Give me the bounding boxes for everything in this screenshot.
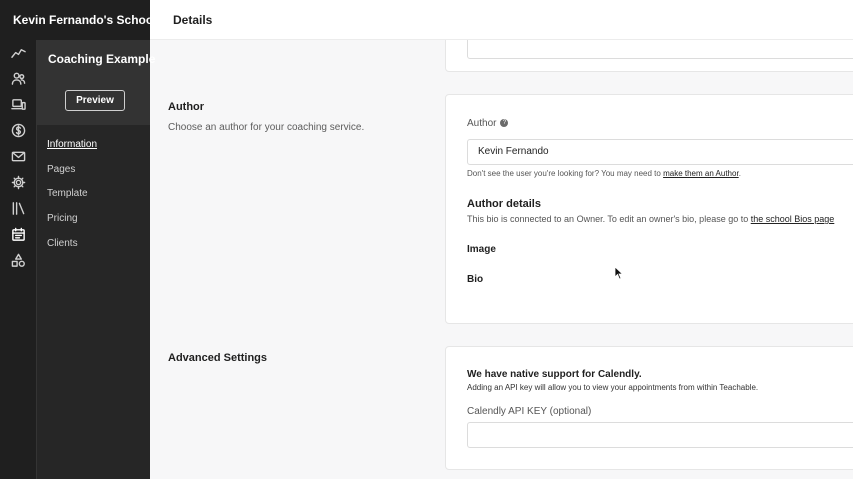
school-name[interactable]: Kevin Fernando's School bbox=[0, 0, 157, 40]
make-author-link[interactable]: make them an Author bbox=[663, 169, 739, 178]
mail-icon[interactable] bbox=[9, 147, 28, 166]
author-details-sentence: This bio is connected to an Owner. To ed… bbox=[467, 214, 751, 224]
author-image-label: Image bbox=[467, 244, 496, 255]
author-details-text: This bio is connected to an Owner. To ed… bbox=[467, 214, 834, 224]
mouse-cursor-icon bbox=[614, 266, 624, 280]
subnav-item-clients[interactable]: Clients bbox=[47, 238, 78, 249]
course-name: Coaching Example bbox=[48, 52, 156, 66]
author-section-title: Author bbox=[168, 101, 205, 113]
calendar-icon[interactable] bbox=[9, 225, 28, 244]
main-content: Author Choose an author for your coachin… bbox=[150, 40, 853, 479]
subnav-item-information[interactable]: Information bbox=[47, 139, 97, 150]
preview-button[interactable]: Preview bbox=[65, 90, 125, 111]
course-header: Coaching Example Preview bbox=[37, 40, 155, 125]
school-bios-link[interactable]: the school Bios page bbox=[751, 214, 835, 224]
previous-field[interactable] bbox=[467, 40, 853, 59]
page-title: Details bbox=[173, 13, 213, 27]
author-hint-text: Don't see the user you're looking for? Y… bbox=[467, 169, 664, 178]
subnav-item-template[interactable]: Template bbox=[47, 188, 88, 199]
advanced-settings-card: We have native support for Calendly. Add… bbox=[445, 346, 853, 470]
advanced-settings-title: Advanced Settings bbox=[168, 352, 268, 364]
devices-icon[interactable] bbox=[9, 95, 28, 114]
users-icon[interactable] bbox=[9, 69, 28, 88]
author-card: Author? Kevin Fernando Don't see the use… bbox=[445, 94, 853, 324]
help-icon[interactable]: ? bbox=[500, 119, 509, 128]
subnav-item-pages[interactable]: Pages bbox=[47, 164, 75, 175]
subnav-item-pricing[interactable]: Pricing bbox=[47, 213, 78, 224]
author-bio-label: Bio bbox=[467, 274, 484, 285]
course-subnav: Coaching Example Preview Information Pag… bbox=[37, 40, 155, 479]
author-hint: Don't see the user you're looking for? Y… bbox=[467, 169, 741, 178]
dollar-icon[interactable] bbox=[9, 121, 28, 140]
author-hint-end: . bbox=[738, 169, 741, 178]
previous-section-card bbox=[445, 40, 853, 72]
calendly-api-key-input[interactable] bbox=[467, 422, 853, 448]
library-icon[interactable] bbox=[9, 199, 28, 218]
author-section-description: Choose an author for your coaching servi… bbox=[168, 122, 365, 133]
settings-gear-icon[interactable] bbox=[9, 173, 28, 192]
shapes-icon[interactable] bbox=[9, 251, 28, 270]
author-label-text: Author bbox=[467, 118, 497, 129]
icon-rail bbox=[0, 40, 37, 479]
calendly-description: Adding an API key will allow you to view… bbox=[467, 383, 759, 392]
calendly-title: We have native support for Calendly. bbox=[467, 369, 642, 380]
author-details-title: Author details bbox=[467, 198, 541, 210]
calendly-api-key-label: Calendly API KEY (optional) bbox=[467, 406, 592, 417]
author-select[interactable]: Kevin Fernando bbox=[467, 139, 853, 165]
analytics-icon[interactable] bbox=[9, 44, 28, 63]
author-field-label: Author? bbox=[467, 118, 509, 129]
top-bar: Kevin Fernando's School Details bbox=[0, 0, 853, 40]
